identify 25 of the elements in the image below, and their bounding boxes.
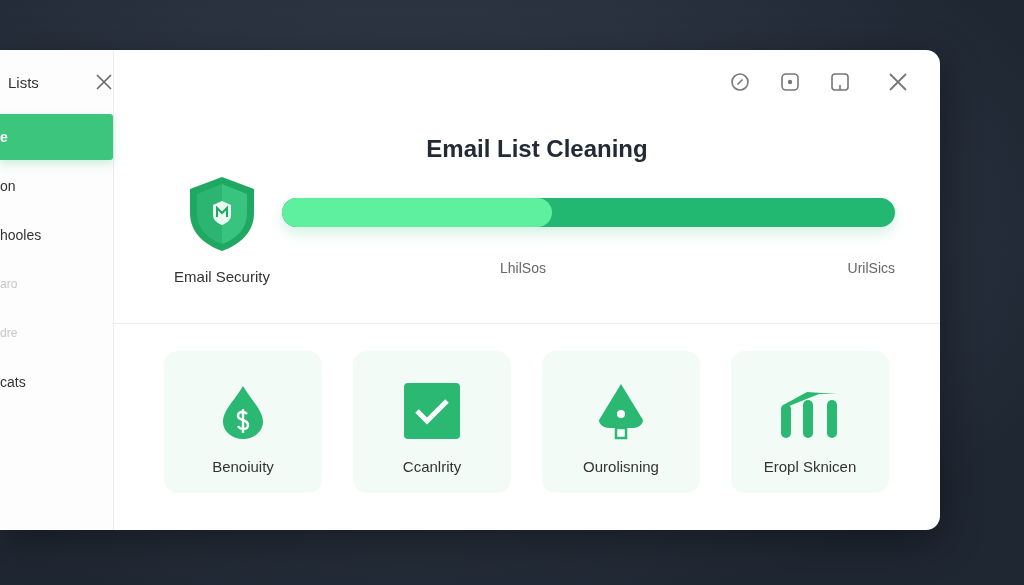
feature-card[interactable]: Ccanlrity [353,351,511,493]
page-title: Email List Cleaning [425,135,649,164]
card-label: Eropl Sknicen [763,458,857,475]
sidebar-item[interactable]: on [0,163,113,209]
compass-icon[interactable] [730,72,750,92]
checkbox-icon [403,382,461,440]
tablet-icon[interactable] [830,72,850,92]
feature-card[interactable]: Eropl Sknicen [731,351,889,493]
shield-icon [187,175,257,253]
feature-card[interactable]: Ourolisning [542,351,700,493]
card-label: Ourolisning [583,458,659,475]
security-label: Email Security [174,268,270,285]
drop-icon [221,384,265,440]
progress-label: UrilSics [847,260,895,276]
tree-icon [596,382,646,440]
card-label: Benoiuity [212,458,274,475]
feature-card[interactable]: Benoiuity [164,351,322,493]
close-icon[interactable] [888,72,908,92]
sidebar-title: Lists [8,73,39,91]
sidebar-item[interactable]: cats [0,359,113,405]
record-icon[interactable] [780,72,800,92]
progress-label: LhilSos [500,260,546,276]
card-label: Ccanlrity [402,458,462,475]
sidebar-item[interactable]: hooles [0,212,113,258]
close-icon[interactable] [95,73,113,91]
